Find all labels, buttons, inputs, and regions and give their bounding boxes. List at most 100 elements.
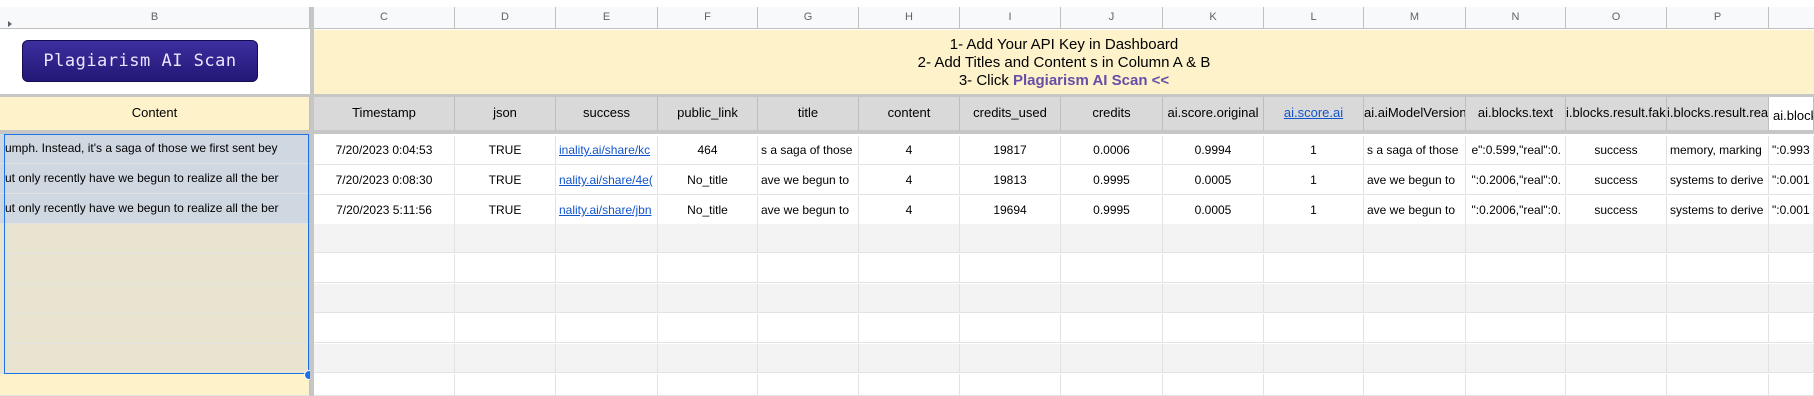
cell-success-link[interactable]: nality.ai/share/jbn [556,196,658,225]
empty-cell[interactable] [1566,254,1667,283]
cell-ai-score-ai[interactable]: 1 [1264,166,1364,195]
empty-cell[interactable] [1364,254,1466,283]
empty-cell[interactable] [1061,224,1163,253]
cell-ai-score-ai[interactable]: 1 [1264,196,1364,225]
header-timestamp[interactable]: Timestamp [314,97,455,130]
column-header-n[interactable]: N [1466,7,1566,29]
empty-cell[interactable] [1466,224,1566,253]
empty-cell[interactable] [556,374,658,396]
content-cell[interactable] [0,314,310,344]
empty-cell[interactable] [960,314,1061,343]
cell-ai-score-original[interactable]: 0.0005 [1163,166,1264,195]
empty-cell[interactable] [556,254,658,283]
cell-title[interactable]: ave we begun to [758,166,859,195]
empty-cell[interactable] [1769,284,1814,313]
cell-ai-model-version[interactable]: ave we begun to [1364,166,1466,195]
empty-cell[interactable] [1364,344,1466,373]
empty-cell[interactable] [455,314,556,343]
plagiarism-ai-scan-button[interactable]: Plagiarism AI Scan [22,40,258,82]
empty-cell[interactable] [1264,344,1364,373]
empty-cell[interactable] [556,284,658,313]
header-public-link[interactable]: public_link [658,97,758,130]
column-header-q[interactable] [1769,7,1814,29]
empty-cell[interactable] [455,224,556,253]
cell-credits[interactable]: 0.9995 [1061,196,1163,225]
empty-cell[interactable] [658,284,758,313]
column-header-j[interactable]: J [1061,7,1163,29]
empty-cell[interactable] [1466,254,1566,283]
cell-blocks-result-real[interactable]: memory, marking [1667,136,1769,165]
cell-ai-model-version[interactable]: s a saga of those [1364,136,1466,165]
column-header-b[interactable]: B [0,7,310,29]
empty-cell[interactable] [1566,374,1667,396]
cell-ai-score-original[interactable]: 0.9994 [1163,136,1264,165]
empty-cell[interactable] [758,224,859,253]
empty-cell[interactable] [960,254,1061,283]
empty-cell[interactable] [1667,224,1769,253]
empty-cell[interactable] [1264,224,1364,253]
cell-ai-blocks-text[interactable]: ":0.2006,"real":0. [1466,196,1566,225]
empty-cell[interactable] [1264,284,1364,313]
empty-cell[interactable] [1667,344,1769,373]
empty-cell[interactable] [455,344,556,373]
empty-cell[interactable] [1667,314,1769,343]
empty-cell[interactable] [1364,314,1466,343]
content-cell[interactable] [0,284,310,314]
empty-cell[interactable] [1163,284,1264,313]
empty-cell[interactable] [455,254,556,283]
column-header-k[interactable]: K [1163,7,1264,29]
empty-cell[interactable] [314,374,455,396]
empty-cell[interactable] [455,374,556,396]
empty-cell[interactable] [1769,344,1814,373]
empty-cell[interactable] [1566,344,1667,373]
empty-cell[interactable] [758,284,859,313]
empty-cell[interactable] [758,254,859,283]
header-json[interactable]: json [455,97,556,130]
cell-public-link[interactable]: No_title [658,166,758,195]
empty-cell[interactable] [1364,374,1466,396]
empty-cell[interactable] [859,344,960,373]
empty-cell[interactable] [658,254,758,283]
cell-ai-score-ai[interactable]: 1 [1264,136,1364,165]
header-credits[interactable]: credits [1061,97,1163,130]
cell-ai-block[interactable]: ":0.993 [1769,136,1814,165]
cell-blocks-result-real[interactable]: systems to derive [1667,196,1769,225]
empty-cell[interactable] [1364,284,1466,313]
content-cell[interactable] [0,374,310,396]
cell-content[interactable]: 4 [859,196,960,225]
cell-blocks-result-fake[interactable]: success [1566,196,1667,225]
empty-cell[interactable] [1769,374,1814,396]
column-header-h[interactable]: H [859,7,960,29]
empty-cell[interactable] [758,374,859,396]
cell-blocks-result-real[interactable]: systems to derive [1667,166,1769,195]
empty-cell[interactable] [1163,344,1264,373]
content-cell[interactable] [0,224,310,254]
column-header-i[interactable]: I [960,7,1061,29]
cell-ai-block[interactable]: ":0.001 [1769,166,1814,195]
content-cell[interactable] [0,344,310,374]
cell-credits[interactable]: 0.9995 [1061,166,1163,195]
cell-ai-score-original[interactable]: 0.0005 [1163,196,1264,225]
empty-cell[interactable] [960,284,1061,313]
empty-cell[interactable] [1566,314,1667,343]
empty-cell[interactable] [758,344,859,373]
column-header-g[interactable]: G [758,7,859,29]
empty-cell[interactable] [1264,254,1364,283]
empty-cell[interactable] [1466,374,1566,396]
empty-cell[interactable] [556,224,658,253]
empty-cell[interactable] [658,314,758,343]
cell-public-link[interactable]: No_title [658,196,758,225]
content-cell[interactable]: umph. Instead, it's a saga of those we f… [0,134,310,164]
cell-title[interactable]: ave we begun to [758,196,859,225]
header-title[interactable]: title [758,97,859,130]
empty-cell[interactable] [556,314,658,343]
empty-cell[interactable] [1061,314,1163,343]
empty-cell[interactable] [1769,254,1814,283]
cell-success-link[interactable]: inality.ai/share/kc [556,136,658,165]
cell-success-link[interactable]: nality.ai/share/4e( [556,166,658,195]
empty-cell[interactable] [1466,284,1566,313]
empty-cell[interactable] [859,374,960,396]
empty-cell[interactable] [1364,224,1466,253]
header-credits-used[interactable]: credits_used [960,97,1061,130]
cell-credits[interactable]: 0.0006 [1061,136,1163,165]
